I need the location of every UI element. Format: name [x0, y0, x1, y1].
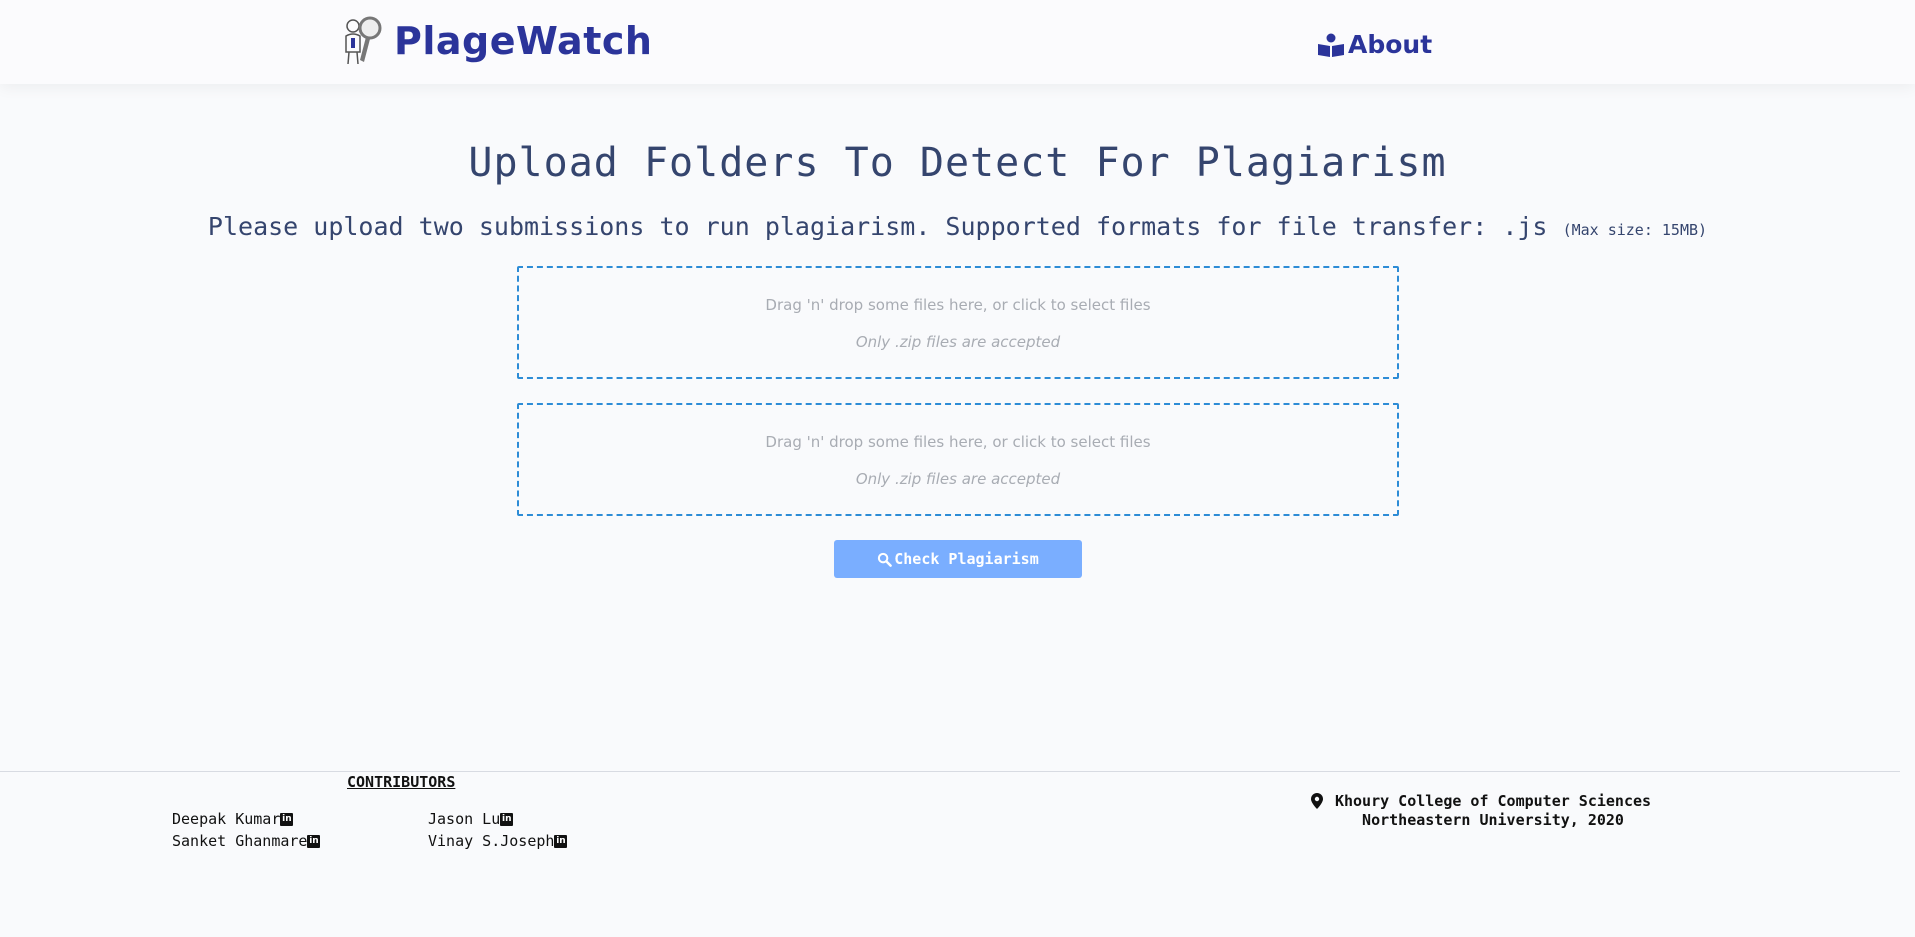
contributor-name: Jason Lu: [428, 810, 501, 828]
contributor-link[interactable]: Jason Lu in: [428, 810, 514, 828]
about-link[interactable]: About: [1317, 30, 1432, 59]
linkedin-icon: in: [307, 834, 321, 848]
dropzone-accepted-note: Only .zip files are accepted: [855, 470, 1061, 488]
linkedin-icon: in: [500, 812, 514, 826]
brand-link[interactable]: PlageWatch: [340, 16, 652, 66]
file-dropzone-1[interactable]: Drag 'n' drop some files here, or click …: [517, 266, 1399, 379]
linkedin-icon: in: [554, 834, 568, 848]
contributors-heading: CONTRIBUTORS: [347, 773, 456, 791]
contributor-name: Sanket Ghanmare: [172, 832, 308, 850]
check-plagiarism-label: Check Plagiarism: [894, 550, 1039, 568]
detective-magnifier-logo-icon: [345, 16, 382, 65]
contributor-name: Vinay S.Joseph: [428, 832, 555, 850]
contributor-name: Deepak Kumar: [172, 810, 281, 828]
dropzone-accepted-note: Only .zip files are accepted: [855, 333, 1061, 351]
contributor-link[interactable]: Deepak Kumar in: [172, 810, 294, 828]
dropzone-prompt: Drag 'n' drop some files here, or click …: [765, 296, 1151, 314]
address-line-university: Northeastern University, 2020: [1362, 811, 1624, 829]
footer-divider: [0, 771, 1900, 772]
page-title: Upload Folders To Detect For Plagiarism: [468, 140, 1447, 186]
linkedin-icon: in: [280, 812, 294, 826]
upload-instructions-text: Please upload two submissions to run pla…: [207, 212, 1548, 241]
dropzone-prompt: Drag 'n' drop some files here, or click …: [765, 433, 1151, 451]
search-icon: [878, 552, 893, 567]
about-label: About: [1348, 30, 1433, 59]
brand-name: PlageWatch: [394, 19, 653, 63]
navbar: PlageWatch About: [0, 0, 1915, 84]
book-reader-icon: [1318, 33, 1344, 57]
contributor-link[interactable]: Vinay S.Joseph in: [428, 832, 568, 850]
address-line-college: Khoury College of Computer Sciences: [1334, 792, 1652, 810]
footer-address: Khoury College of Computer Sciences Nort…: [1308, 792, 1678, 830]
max-size-note: (Max size: 15MB): [1562, 221, 1708, 239]
check-plagiarism-button[interactable]: Check Plagiarism: [834, 540, 1082, 578]
contributor-link[interactable]: Sanket Ghanmare in: [172, 832, 321, 850]
file-dropzone-2[interactable]: Drag 'n' drop some files here, or click …: [517, 403, 1399, 516]
upload-instructions: Please upload two submissions to run pla…: [0, 212, 1915, 241]
